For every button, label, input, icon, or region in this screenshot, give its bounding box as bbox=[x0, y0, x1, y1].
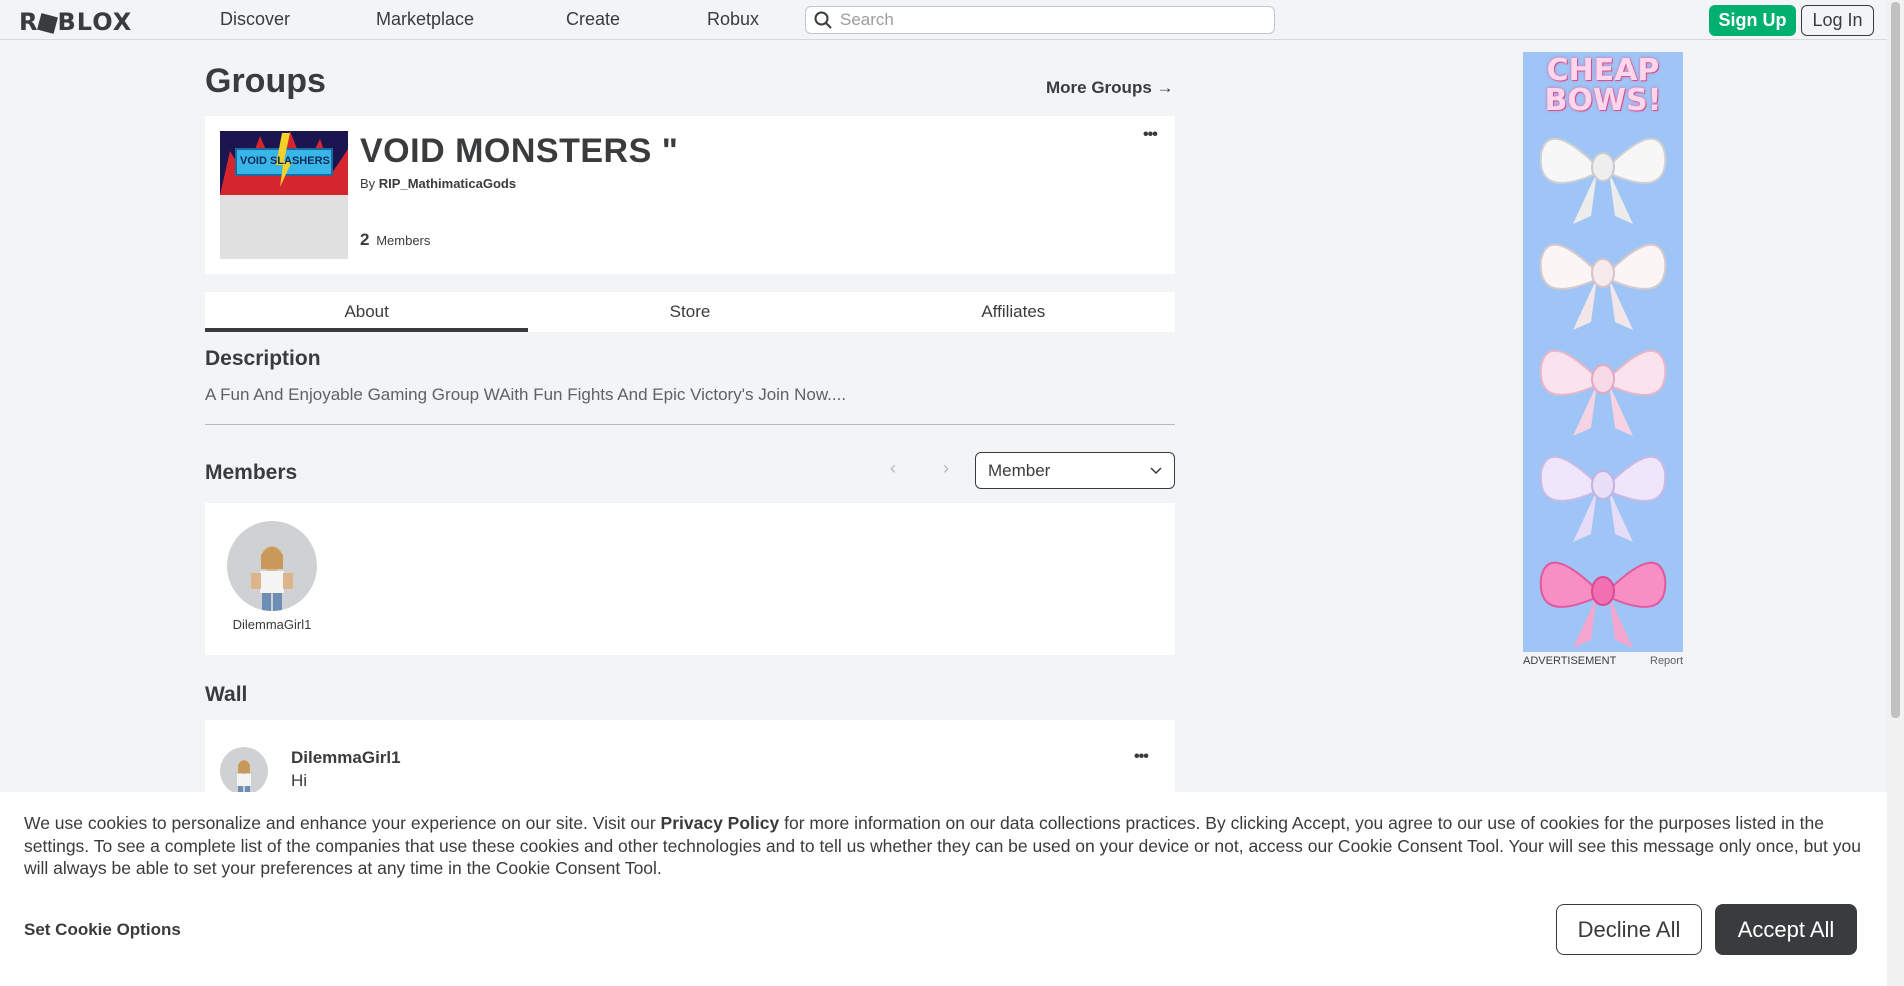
ad-label: ADVERTISEMENT bbox=[1523, 655, 1617, 667]
logo-text: R BLOX bbox=[19, 8, 133, 36]
members-list: DilemmaGirl1 bbox=[205, 503, 1175, 655]
tab-about[interactable]: About bbox=[205, 292, 529, 332]
decline-all-button[interactable]: Decline All bbox=[1556, 904, 1702, 955]
chevron-down-icon bbox=[1150, 466, 1162, 474]
wall-heading: Wall bbox=[205, 683, 248, 706]
tab-store[interactable]: Store bbox=[528, 292, 851, 332]
top-nav: R BLOX Discover Marketplace Create Robux … bbox=[0, 0, 1887, 40]
owner-link[interactable]: RIP_MathimaticaGods bbox=[379, 176, 516, 191]
wall-post-menu-icon[interactable]: ••• bbox=[1134, 748, 1149, 766]
search-icon bbox=[814, 11, 832, 29]
log-in-button[interactable]: Log In bbox=[1801, 5, 1874, 36]
nav-create[interactable]: Create bbox=[566, 9, 620, 30]
group-emblem-image: VOID SLASHERS bbox=[220, 131, 348, 195]
avatar[interactable] bbox=[220, 747, 268, 795]
wall-post-message: Hi bbox=[291, 771, 308, 790]
group-tabs: About Store Affiliates bbox=[205, 292, 1175, 332]
scrollbar-thumb[interactable] bbox=[1891, 2, 1900, 718]
privacy-policy-link[interactable]: Privacy Policy bbox=[661, 813, 780, 833]
group-owner: By RIP_MathimaticaGods bbox=[360, 176, 516, 191]
page-scrollbar[interactable] bbox=[1887, 0, 1904, 986]
members-heading: Members bbox=[205, 461, 298, 484]
avatar[interactable] bbox=[227, 521, 317, 611]
cookie-banner: We use cookies to personalize and enhanc… bbox=[0, 792, 1887, 986]
member-count-label: Members bbox=[376, 233, 431, 248]
ad-report-link[interactable]: Report bbox=[1650, 655, 1683, 667]
roblox-logo[interactable]: R BLOX bbox=[19, 8, 132, 36]
tab-affiliates[interactable]: Affiliates bbox=[852, 292, 1175, 332]
members-prev-button[interactable]: ‹ bbox=[890, 458, 896, 479]
description-text: A Fun And Enjoyable Gaming Group WAith F… bbox=[205, 385, 847, 404]
member-count: 2 Members bbox=[360, 230, 430, 250]
divider bbox=[205, 424, 1175, 425]
group-header-card: VOID SLASHERS VOID MONSTERS " By RIP_Mat… bbox=[205, 116, 1175, 274]
wall-post: DilemmaGirl1 Hi ••• bbox=[205, 720, 1175, 800]
role-select[interactable]: Member bbox=[975, 452, 1175, 489]
owner-prefix: By bbox=[360, 176, 376, 191]
page-title: Groups bbox=[205, 62, 326, 100]
nav-marketplace[interactable]: Marketplace bbox=[376, 9, 474, 30]
cookie-message: We use cookies to personalize and enhanc… bbox=[24, 812, 1874, 880]
member-name[interactable]: DilemmaGirl1 bbox=[205, 617, 339, 632]
role-select-value: Member bbox=[988, 460, 1051, 480]
member-tile[interactable]: DilemmaGirl1 bbox=[205, 503, 339, 643]
advertisement-banner[interactable]: CHEAP BOWS! bbox=[1523, 52, 1683, 652]
member-count-value: 2 bbox=[360, 230, 370, 249]
sign-up-button[interactable]: Sign Up bbox=[1709, 5, 1796, 36]
wall-post-author[interactable]: DilemmaGirl1 bbox=[291, 748, 401, 768]
nav-robux[interactable]: Robux bbox=[707, 9, 759, 30]
members-next-button[interactable]: › bbox=[943, 458, 949, 479]
search-input[interactable] bbox=[840, 10, 1260, 30]
nav-discover[interactable]: Discover bbox=[220, 9, 290, 30]
group-menu-icon[interactable]: ••• bbox=[1143, 126, 1158, 144]
search-box bbox=[805, 6, 1275, 34]
more-groups-link[interactable]: More Groups → bbox=[1046, 78, 1174, 98]
accept-all-button[interactable]: Accept All bbox=[1715, 904, 1857, 955]
group-name: VOID MONSTERS " bbox=[360, 132, 679, 170]
group-emblem-text: VOID SLASHERS bbox=[240, 155, 330, 167]
description-heading: Description bbox=[205, 347, 321, 370]
ad-bows-image bbox=[1539, 137, 1667, 648]
set-cookie-options-link[interactable]: Set Cookie Options bbox=[24, 920, 181, 940]
cookie-text-start: We use cookies to personalize and enhanc… bbox=[24, 813, 661, 833]
group-emblem: VOID SLASHERS bbox=[220, 131, 348, 259]
